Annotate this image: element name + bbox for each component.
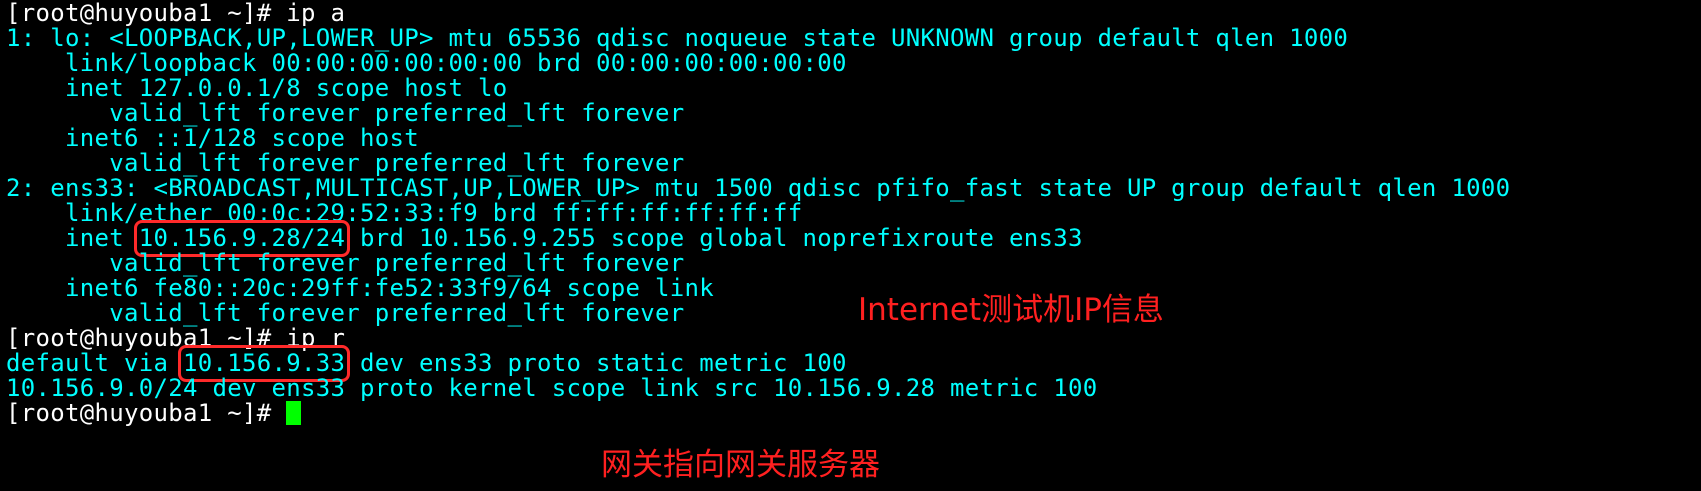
shell-prompt: [root@huyouba1 ~]#	[6, 324, 287, 352]
inet-suffix: brd 10.156.9.255 scope global noprefixro…	[345, 224, 1083, 252]
output-line: link/loopback 00:00:00:00:00:00 brd 00:0…	[6, 49, 847, 77]
command-line-ip-r: [root@huyouba1 ~]# ip r	[6, 325, 345, 352]
route-prefix: default via	[6, 349, 183, 377]
route-suffix: dev ens33 proto static metric 100	[345, 349, 847, 377]
command-text: ip a	[286, 0, 346, 27]
output-line: 10.156.9.0/24 dev ens33 proto kernel sco…	[6, 374, 1098, 402]
output-line: valid_lft forever preferred_lft forever	[6, 99, 685, 127]
annotation-gateway-info: 网关指向网关服务器	[601, 447, 880, 483]
output-line: inet 127.0.0.1/8 scope host lo	[6, 74, 508, 102]
inet-prefix: inet	[6, 224, 139, 252]
highlighted-ip-address: 10.156.9.28/24	[133, 220, 351, 257]
output-line-default-route: default via 10.156.9.33 dev ens33 proto …	[6, 345, 847, 382]
output-line: 1: lo: <LOOPBACK,UP,LOWER_UP> mtu 65536 …	[6, 24, 1349, 52]
command-line-ip-a: [root@huyouba1 ~]# ip a	[6, 0, 345, 27]
command-text: ip r	[286, 324, 346, 352]
command-line-active[interactable]: [root@huyouba1 ~]#	[6, 399, 302, 427]
highlighted-gateway-address: 10.156.9.33	[177, 345, 351, 382]
output-line: valid_lft forever preferred_lft forever	[6, 149, 685, 177]
output-line: valid_lft forever preferred_lft forever	[6, 249, 685, 277]
output-line: inet6 ::1/128 scope host	[6, 124, 419, 152]
output-line: valid_lft forever preferred_lft forever	[6, 299, 685, 327]
output-line: inet6 fe80::20c:29ff:fe52:33f9/64 scope …	[6, 274, 714, 302]
shell-prompt: [root@huyouba1 ~]#	[6, 0, 287, 27]
output-line: 2: ens33: <BROADCAST,MULTICAST,UP,LOWER_…	[6, 174, 1511, 202]
text-cursor[interactable]	[286, 401, 302, 425]
output-line-inet: inet 10.156.9.28/24 brd 10.156.9.255 sco…	[6, 220, 1083, 257]
shell-prompt: [root@huyouba1 ~]#	[6, 399, 287, 427]
annotation-ip-info: Internet测试机IP信息	[858, 292, 1164, 328]
terminal-window[interactable]: [root@huyouba1 ~]# ip a 1: lo: <LOOPBACK…	[0, 0, 1701, 491]
output-line: link/ether 00:0c:29:52:33:f9 brd ff:ff:f…	[6, 199, 803, 227]
